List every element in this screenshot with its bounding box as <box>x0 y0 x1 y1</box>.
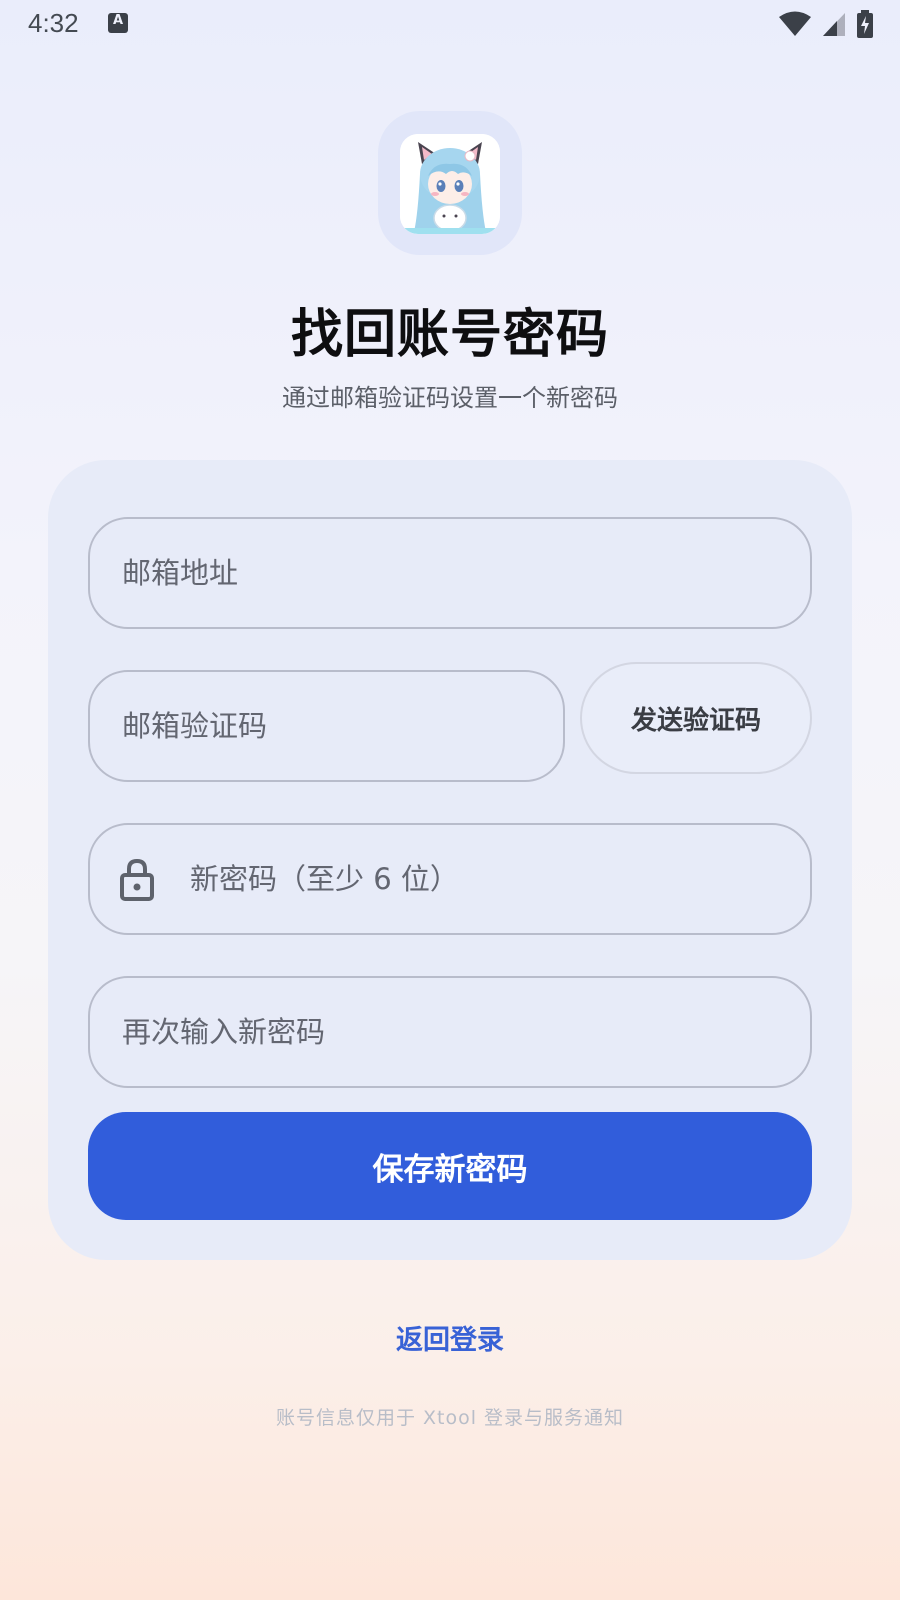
page-title: 找回账号密码 <box>290 305 609 365</box>
save-password-button[interactable]: 保存新密码 <box>88 1112 812 1220</box>
signal-icon <box>823 13 845 36</box>
page-subtitle: 通过邮箱验证码设置一个新密码 <box>282 384 618 412</box>
verification-code-input[interactable] <box>122 709 563 743</box>
app-logo-container <box>378 111 522 255</box>
verification-code-field[interactable] <box>88 670 565 782</box>
app-logo-icon <box>400 134 500 234</box>
email-input[interactable] <box>122 556 810 590</box>
new-password-input[interactable] <box>190 862 810 896</box>
email-field[interactable] <box>88 517 812 629</box>
confirm-password-field[interactable] <box>88 976 812 1088</box>
back-to-login-link[interactable]: 返回登录 <box>0 1318 900 1357</box>
status-bar: 4:32 A <box>0 0 900 50</box>
footer-note: 账号信息仅用于 Xtool 登录与服务通知 <box>275 1407 625 1429</box>
wifi-icon <box>779 11 811 36</box>
battery-charging-icon <box>857 10 873 38</box>
notification-a-icon: A <box>108 13 128 33</box>
new-password-field[interactable] <box>88 823 812 935</box>
send-code-button[interactable]: 发送验证码 <box>580 662 812 774</box>
status-icons <box>778 10 874 38</box>
lock-icon <box>120 858 154 901</box>
status-time: 4:32 <box>28 8 79 38</box>
confirm-password-input[interactable] <box>122 1015 810 1049</box>
